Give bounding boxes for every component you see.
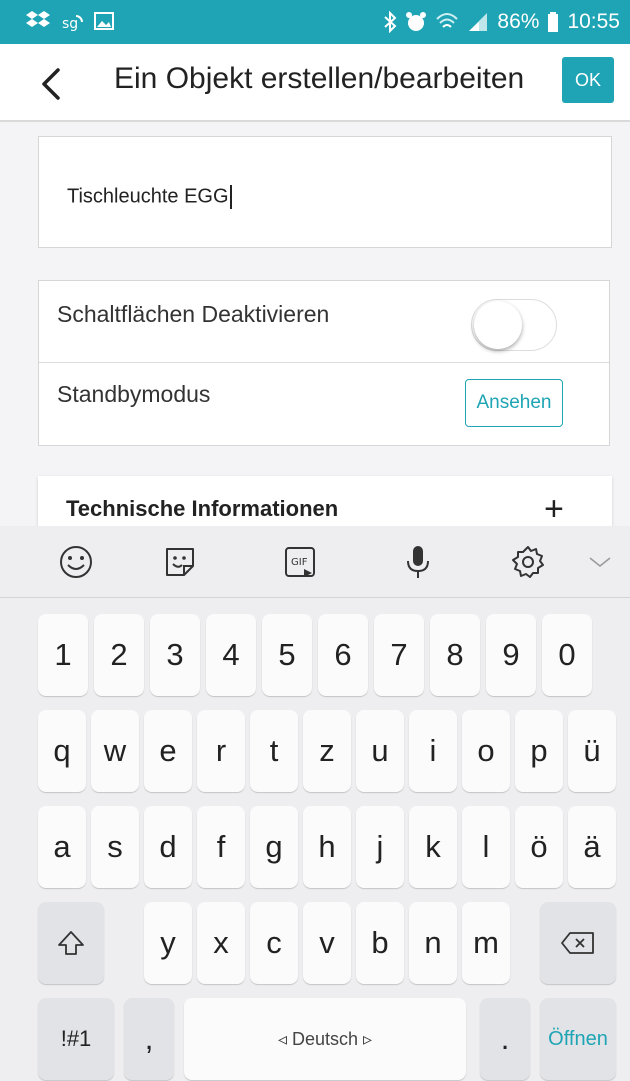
status-bar: sg 86% 10:55 (0, 0, 630, 44)
keyboard-toolbar: GIF (0, 526, 630, 598)
key-ae[interactable]: ä (568, 806, 616, 888)
key-a[interactable]: a (38, 806, 86, 888)
key-1[interactable]: 1 (38, 614, 88, 696)
disable-buttons-row: Schaltflächen Deaktivieren (39, 281, 609, 363)
key-e[interactable]: e (144, 710, 192, 792)
key-w[interactable]: w (91, 710, 139, 792)
image-icon (94, 12, 114, 30)
key-t[interactable]: t (250, 710, 298, 792)
key-5[interactable]: 5 (262, 614, 312, 696)
key-u[interactable]: u (356, 710, 404, 792)
object-name-text: Tischleuchte EGG (67, 185, 229, 208)
key-0[interactable]: 0 (542, 614, 592, 696)
key-h[interactable]: h (303, 806, 351, 888)
clock: 10:55 (567, 10, 620, 33)
period-key[interactable]: . (480, 998, 530, 1080)
standby-view-button[interactable]: Ansehen (465, 379, 563, 427)
key-z[interactable]: z (303, 710, 351, 792)
open-action-label: Öffnen (548, 1027, 608, 1050)
app-bar: Ein Objekt erstellen/bearbeiten OK (0, 44, 630, 122)
key-l[interactable]: l (462, 806, 510, 888)
key-m[interactable]: m (462, 902, 510, 984)
emoji-icon[interactable] (56, 542, 96, 582)
key-oe[interactable]: ö (515, 806, 563, 888)
object-name-field[interactable]: Tischleuchte EGG (38, 136, 612, 248)
settings-icon[interactable] (508, 542, 548, 582)
alarm-icon (406, 12, 427, 31)
key-b[interactable]: b (356, 902, 404, 984)
signal-icon (469, 13, 488, 31)
key-4[interactable]: 4 (206, 614, 256, 696)
key-q[interactable]: q (38, 710, 86, 792)
battery-icon (548, 12, 559, 32)
back-arrow-icon[interactable] (32, 64, 72, 104)
symbols-key[interactable]: !#1 (38, 998, 114, 1080)
key-j[interactable]: j (356, 806, 404, 888)
open-action-key[interactable]: Öffnen (540, 998, 616, 1080)
key-s[interactable]: s (91, 806, 139, 888)
comma-key[interactable]: , (124, 998, 174, 1080)
key-g[interactable]: g (250, 806, 298, 888)
sync-icon: sg (62, 15, 83, 32)
gif-label: GIF (291, 557, 308, 568)
gif-icon[interactable]: GIF (280, 542, 320, 582)
text-cursor (229, 185, 232, 209)
key-r[interactable]: r (197, 710, 245, 792)
space-bar[interactable]: ◃ Deutsch ▹ (184, 998, 466, 1080)
battery-percent: 86% (497, 10, 540, 33)
key-y[interactable]: y (144, 902, 192, 984)
disable-buttons-label: Schaltflächen Deaktivieren (57, 301, 330, 327)
key-8[interactable]: 8 (430, 614, 480, 696)
key-c[interactable]: c (250, 902, 298, 984)
space-language-label: ◃ Deutsch ▹ (277, 1028, 373, 1049)
key-ue[interactable]: ü (568, 710, 616, 792)
svg-text:sg: sg (62, 16, 78, 32)
on-screen-keyboard: GIF 1 2 3 4 5 6 7 8 9 0 q w e r t z u i … (0, 526, 630, 1081)
key-v[interactable]: v (303, 902, 351, 984)
form-content: Tischleuchte EGG Schaltflächen Deaktivie… (0, 122, 630, 546)
status-right: 86% 10:55 (383, 10, 620, 34)
shift-key[interactable] (38, 902, 104, 984)
disable-buttons-toggle[interactable] (471, 299, 557, 351)
standby-label: Standbymodus (57, 381, 211, 407)
key-k[interactable]: k (409, 806, 457, 888)
backspace-icon (561, 932, 594, 954)
status-left-icons: sg (26, 10, 114, 32)
ok-button[interactable]: OK (562, 57, 614, 103)
key-3[interactable]: 3 (150, 614, 200, 696)
object-name-value[interactable]: Tischleuchte EGG (67, 185, 232, 209)
microphone-icon[interactable] (398, 542, 438, 582)
key-n[interactable]: n (409, 902, 457, 984)
bluetooth-icon (384, 11, 397, 33)
sticker-icon[interactable] (160, 542, 200, 582)
key-o[interactable]: o (462, 710, 510, 792)
collapse-keyboard-icon[interactable] (580, 542, 620, 582)
expand-plus-icon[interactable]: + (544, 490, 564, 529)
key-2[interactable]: 2 (94, 614, 144, 696)
page-title: Ein Objekt erstellen/bearbeiten (114, 62, 525, 95)
key-6[interactable]: 6 (318, 614, 368, 696)
key-d[interactable]: d (144, 806, 192, 888)
wifi-icon (436, 13, 459, 28)
key-i[interactable]: i (409, 710, 457, 792)
shift-arrow-icon (58, 931, 84, 955)
toggle-knob (474, 301, 522, 349)
key-p[interactable]: p (515, 710, 563, 792)
backspace-key[interactable] (540, 902, 616, 984)
key-f[interactable]: f (197, 806, 245, 888)
key-x[interactable]: x (197, 902, 245, 984)
settings-card: Schaltflächen Deaktivieren Standbymodus … (38, 280, 610, 446)
key-9[interactable]: 9 (486, 614, 536, 696)
dropbox-icon (26, 11, 50, 27)
standby-row: Standbymodus Ansehen (39, 363, 609, 445)
tech-info-title: Technische Informationen (66, 496, 339, 521)
key-7[interactable]: 7 (374, 614, 424, 696)
